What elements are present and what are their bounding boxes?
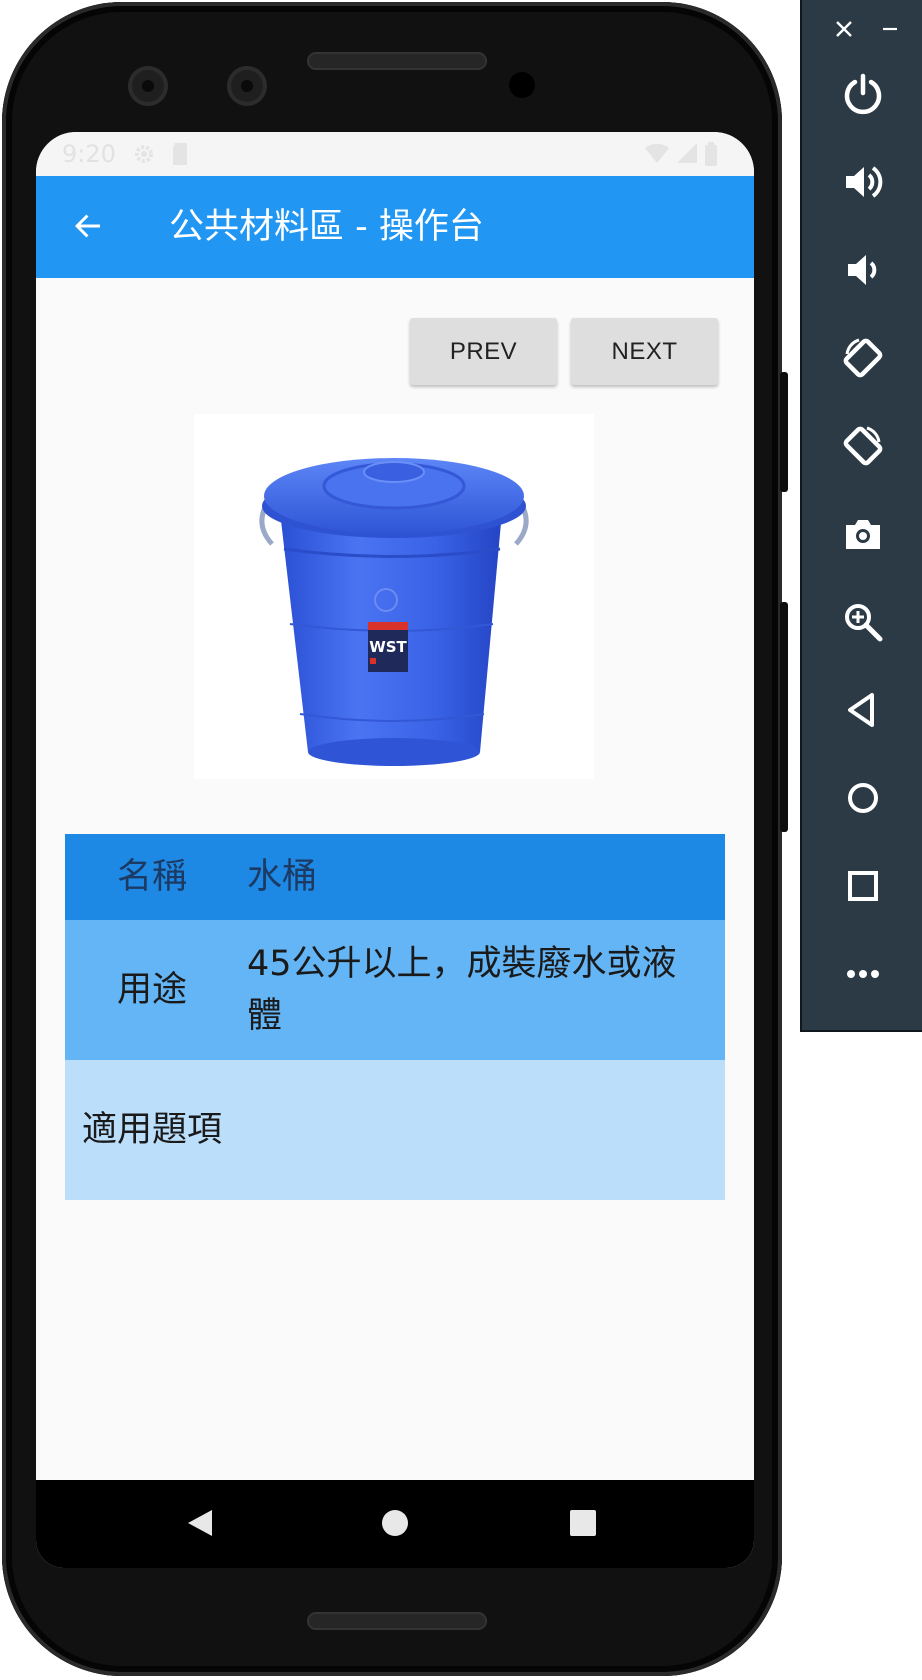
top-speaker	[307, 52, 487, 70]
minimize-icon	[881, 20, 899, 42]
back-icon	[842, 689, 884, 735]
volume-down-icon	[842, 249, 884, 295]
status-time: 9:20	[62, 140, 116, 168]
status-bar: 9:20	[36, 132, 754, 176]
product-image: WST	[194, 414, 594, 779]
nav-home-button[interactable]	[368, 1498, 422, 1552]
zoom-button[interactable]	[802, 584, 922, 664]
nav-home-icon	[381, 1509, 409, 1541]
rotate-right-button[interactable]	[802, 408, 922, 488]
system-nav-bar	[36, 1480, 754, 1568]
applicable-items-value	[239, 1060, 725, 1200]
volume-up-icon	[842, 161, 884, 207]
table-row: 名稱 水桶	[65, 834, 725, 920]
usage-value: 45公升以上，成裝廢水或液體	[239, 920, 725, 1060]
battery-icon	[704, 142, 718, 172]
nav-back-icon	[186, 1508, 214, 1542]
rotate-right-icon	[839, 422, 887, 474]
rotate-left-icon	[839, 334, 887, 386]
proximity-sensor	[509, 72, 535, 98]
usage-key: 用途	[65, 920, 239, 1060]
page-title: 公共材料區 - 操作台	[169, 207, 484, 247]
front-camera	[128, 66, 168, 106]
home-button-toolbar[interactable]	[802, 760, 922, 840]
close-button[interactable]	[824, 14, 864, 48]
camera-icon	[842, 513, 884, 559]
arrow-back-icon	[72, 210, 104, 246]
device-screen: 9:20 公共材料區 - 操作台 PREV NEXT WST 名稱 水桶 用途 …	[36, 132, 754, 1568]
back-button-toolbar[interactable]	[802, 672, 922, 752]
more-button[interactable]	[802, 936, 922, 1016]
phone-frame: 9:20 公共材料區 - 操作台 PREV NEXT WST 名稱 水桶 用途 …	[2, 2, 788, 1676]
power-icon	[842, 73, 884, 119]
table-row: 用途 45公升以上，成裝廢水或液體	[65, 920, 725, 1060]
label-badge-text: WST	[369, 638, 407, 656]
power-button[interactable]	[802, 56, 922, 136]
app-bar: 公共材料區 - 操作台	[36, 176, 754, 278]
close-icon	[835, 20, 853, 42]
minimize-button[interactable]	[870, 14, 910, 48]
applicable-items-key: 適用題項	[65, 1060, 239, 1200]
item-info-table: 名稱 水桶 用途 45公升以上，成裝廢水或液體 適用題項	[65, 834, 725, 1200]
name-key: 名稱	[65, 834, 239, 920]
back-button[interactable]	[64, 204, 112, 252]
power-side-button	[780, 372, 788, 492]
screenshot-button[interactable]	[802, 496, 922, 576]
home-icon	[842, 777, 884, 823]
more-icon	[842, 953, 884, 999]
prev-button[interactable]: PREV	[410, 318, 557, 385]
emulator-toolbar	[800, 0, 922, 1032]
signal-icon	[676, 142, 698, 170]
next-button[interactable]: NEXT	[571, 318, 718, 385]
volume-up-button[interactable]	[802, 144, 922, 224]
name-value: 水桶	[239, 834, 725, 920]
overview-icon	[842, 865, 884, 911]
nav-recents-icon	[569, 1509, 597, 1541]
bottom-speaker	[307, 1612, 487, 1630]
volume-side-button	[780, 602, 788, 832]
volume-down-button[interactable]	[802, 232, 922, 312]
nav-recents-button[interactable]	[556, 1498, 610, 1552]
zoom-icon	[842, 601, 884, 647]
settings-icon	[132, 142, 156, 172]
wifi-icon	[644, 142, 670, 170]
sd-card-icon	[170, 142, 190, 172]
table-row: 適用題項	[65, 1060, 725, 1200]
overview-button[interactable]	[802, 848, 922, 928]
rotate-left-button[interactable]	[802, 320, 922, 400]
front-camera-secondary	[227, 66, 267, 106]
nav-back-button[interactable]	[173, 1498, 227, 1552]
